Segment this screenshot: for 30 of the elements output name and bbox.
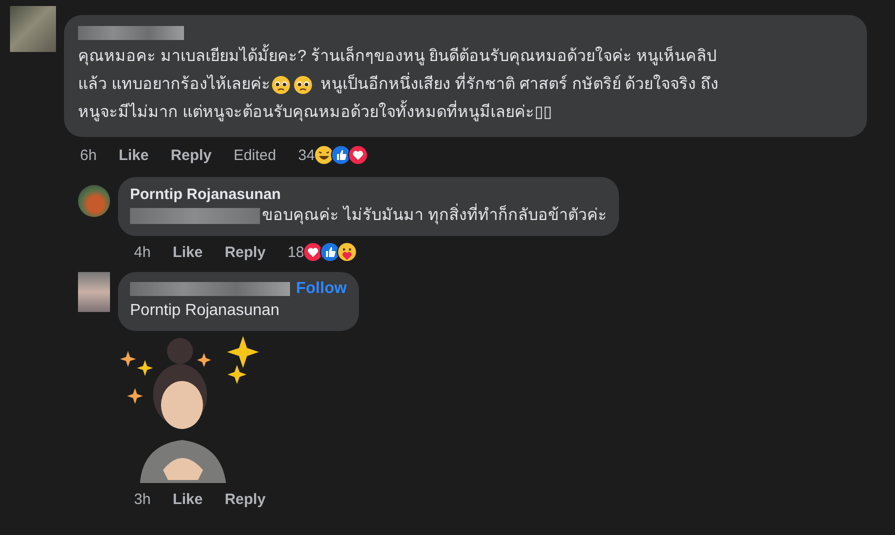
author-name[interactable]: Porntip Rojanasunan bbox=[130, 186, 281, 202]
comment-text: ขอบคุณค่ะ ไม่รับมันมา ทุกสิ่งที่ทำก็กลับอข้าตัวค่ะ bbox=[262, 204, 607, 228]
comment-time: 4h bbox=[134, 244, 151, 260]
comment-text: หนูเป็นอีกหนึ่งเสียง ที่รักชาติ ศาสตร์ กษัตริย์ ด้วยใจจริง ถึง bbox=[320, 71, 719, 99]
pleading-face-icon bbox=[271, 75, 292, 95]
comment-text: แล้ว แทบอยากร้องไห้เลยค่ะ bbox=[78, 74, 270, 95]
reply-link[interactable]: Reply bbox=[224, 244, 266, 260]
avatar-photo bbox=[78, 185, 110, 217]
pleading-face-icon bbox=[293, 75, 314, 95]
reply-link[interactable]: Reply bbox=[170, 146, 212, 164]
thumbs-up-icon bbox=[330, 145, 351, 165]
reply-link[interactable]: Reply bbox=[224, 490, 266, 508]
blurred-avatar bbox=[78, 272, 110, 312]
thumbs-up-icon bbox=[320, 242, 340, 262]
comment-time: 3h bbox=[134, 490, 151, 508]
comment-time: 6h bbox=[80, 146, 97, 164]
comment-text: หนูจะมีไม่มาก แต่หนูจะต้อนรับคุณหมอด้วยใจทั้งหมดที่หนูมีเลยค่ะ▯▯ bbox=[78, 99, 552, 127]
like-link[interactable]: Like bbox=[172, 244, 203, 260]
laughing-face-icon bbox=[314, 145, 334, 165]
heart-icon bbox=[303, 242, 324, 262]
reaction-count: 34 bbox=[298, 146, 315, 164]
blurred-avatar bbox=[10, 6, 56, 52]
comment-text: Porntip Rojanasunan bbox=[130, 301, 280, 321]
reaction-count: 18 bbox=[288, 244, 304, 260]
hugging-face-icon bbox=[337, 242, 358, 262]
like-link[interactable]: Like bbox=[172, 490, 203, 508]
comment-text: คุณหมอคะ มาเบลเยียมได้มั้ยคะ? ร้านเล็กๆของหนู ยินดีต้อนรับคุณหมอด้วยใจค่ะ หนูเห็นคลิป bbox=[78, 43, 717, 71]
edited-label: Edited bbox=[234, 146, 276, 164]
heart-icon bbox=[348, 145, 368, 165]
like-link[interactable]: Like bbox=[118, 146, 149, 164]
